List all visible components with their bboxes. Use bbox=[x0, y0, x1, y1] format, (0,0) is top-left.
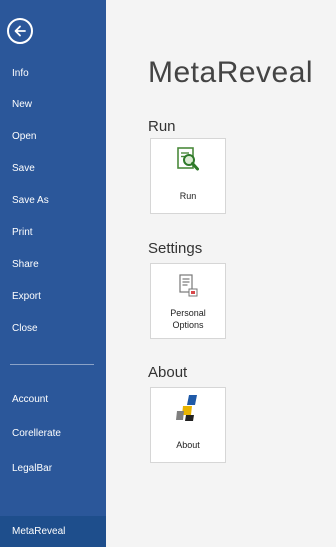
sidebar-item-save-as[interactable]: Save As bbox=[0, 186, 106, 216]
personal-options-label-line1: Personal bbox=[170, 308, 206, 318]
page-title: MetaReveal bbox=[148, 56, 314, 89]
about-button-label: About bbox=[176, 440, 200, 450]
metareveal-logo-icon bbox=[176, 395, 197, 421]
sidebar-item-info[interactable]: Info bbox=[0, 59, 106, 89]
section-heading-settings: Settings bbox=[148, 240, 203, 257]
sidebar-item-save[interactable]: Save bbox=[0, 154, 106, 184]
personal-options-label-line2: Options bbox=[172, 320, 204, 330]
sidebar-item-print[interactable]: Print bbox=[0, 218, 106, 248]
sidebar-item-open[interactable]: Open bbox=[0, 122, 106, 152]
sidebar-item-share[interactable]: Share bbox=[0, 250, 106, 280]
sidebar-item-export[interactable]: Export bbox=[0, 282, 106, 312]
sidebar-item-legalbar[interactable]: LegalBar bbox=[0, 454, 106, 484]
backstage-view: Info New Open Save Save As Print Share E… bbox=[0, 0, 336, 547]
back-arrow-icon bbox=[14, 25, 26, 37]
sidebar-item-corellerate[interactable]: Corellerate bbox=[0, 419, 106, 449]
about-button[interactable]: About bbox=[150, 387, 226, 463]
sidebar-item-metareveal[interactable]: MetaReveal bbox=[0, 516, 106, 547]
back-button[interactable] bbox=[7, 18, 33, 44]
personal-options-button[interactable]: Personal Options bbox=[150, 263, 226, 339]
sidebar-item-new[interactable]: New bbox=[0, 90, 106, 120]
section-heading-run: Run bbox=[148, 118, 176, 135]
options-document-icon bbox=[179, 274, 198, 297]
run-button-label: Run bbox=[179, 191, 197, 201]
document-magnifier-icon bbox=[177, 147, 199, 171]
backstage-sidebar: Info New Open Save Save As Print Share E… bbox=[0, 0, 106, 547]
sidebar-item-account[interactable]: Account bbox=[0, 385, 106, 415]
section-heading-about: About bbox=[148, 364, 188, 381]
sidebar-divider bbox=[10, 364, 94, 365]
sidebar-item-close[interactable]: Close bbox=[0, 314, 106, 344]
run-button[interactable]: Run bbox=[150, 138, 226, 214]
